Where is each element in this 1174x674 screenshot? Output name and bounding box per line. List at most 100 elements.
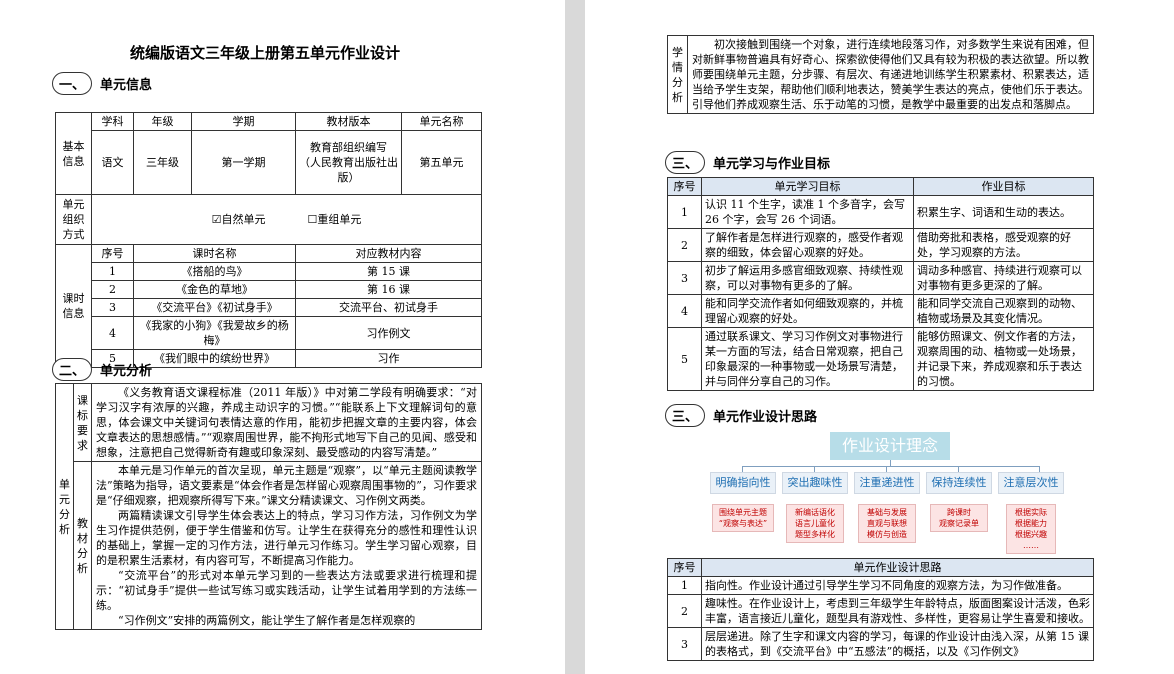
analysis-outer-label: 单元分析 — [55, 383, 74, 630]
goal-work: 调动多种感官、持续进行观察可以对事物有更多更深的了解。 — [913, 261, 1094, 295]
goal-work: 积累生字、词语和生动的表达。 — [913, 195, 1094, 229]
goals-header-no: 序号 — [667, 177, 702, 196]
textbook-paragraph: “习作例文”安排的两篇例文，能让学生了解作者是怎样观察的 — [118, 614, 416, 627]
design-concept-diagram: 作业设计理念 明确指向性 突出趣味性 注重递进性 保持连续性 注意层次性 围绕单… — [710, 432, 1070, 557]
header-grade: 年级 — [133, 112, 192, 131]
unit-info-table: 基本信息 学科 年级 学期 教材版本 单元名称 语文 三年级 第一学期 教育部组… — [55, 112, 482, 368]
table-row: 5 通过联系课文、学习习作例文对事物进行某一方面的写法，结合日常观察，把自己印象最… — [667, 327, 1094, 391]
org-options: ☑自然单元 ☐重组单元 — [91, 194, 482, 245]
basic-info-label: 基本信息 — [55, 112, 92, 195]
lesson-header-name: 课时名称 — [133, 244, 296, 263]
diagram-sub: 新编话语化 语言儿童化 题型多样化 — [786, 504, 844, 543]
goal-no: 5 — [667, 327, 702, 391]
diagram-branch: 突出趣味性 — [782, 472, 848, 494]
table-row: 2 趣味性。在作业设计上，考虑到三年级学生年龄特点，版面图案设计活泼，色彩丰富，语… — [667, 594, 1094, 628]
value-unit-name: 第五单元 — [401, 130, 482, 195]
table-row: 4 《我家的小狗》《我爱故乡的杨梅》 习作例文 — [56, 316, 482, 350]
lesson-name: 《交流平台》《初试身手》 — [133, 298, 296, 317]
document-title: 统编版语文三年级上册第五单元作业设计 — [129, 44, 400, 62]
table-row: 3 《交流平台》《初试身手》 交流平台、初试身手 — [56, 298, 482, 317]
textbook-paragraph: 两篇精读课文引导学生体会表达上的特点，学习习作方法，习作例文为学生习作提供范例，… — [96, 509, 477, 567]
ideas-header-no: 序号 — [667, 558, 702, 577]
idea-no: 1 — [667, 576, 702, 595]
standard-label: 课标要求 — [73, 383, 92, 462]
org-label: 单元组织方式 — [55, 194, 92, 245]
lesson-content: 交流平台、初试身手 — [295, 298, 482, 317]
idea-text: 层层递进。除了生字和课文内容的学习，每课的作业设计由浅入深，从第 15 课的表格… — [701, 627, 1094, 661]
lesson-no: 1 — [91, 262, 134, 281]
lesson-content: 第 16 课 — [295, 280, 482, 299]
table-row: 1 认识 11 个生字，读准 1 个多音字，会写 26 个字，会写 26 个词语。… — [667, 195, 1094, 229]
lesson-no: 2 — [91, 280, 134, 299]
section-number: 一、 — [52, 72, 93, 95]
section-label: 单元学习与作业目标 — [713, 157, 831, 172]
textbook-paragraph: “交流平台”的形式对本单元学习到的一些表达方法或要求进行梳理和提示：“初试身手”… — [96, 569, 477, 612]
diagram-branch: 明确指向性 — [710, 472, 776, 494]
value-term: 第一学期 — [191, 130, 296, 195]
section-number: 三、 — [665, 151, 706, 174]
section-label: 单元信息 — [100, 78, 153, 93]
analysis-table: 单元分析 课标要求 《义务教育语文课程标准（2011 年版）》中对第二学段有明确… — [55, 383, 482, 630]
goals-table: 序号 单元学习目标 作业目标 1 认识 11 个生字，读准 1 个多音字，会写 2… — [667, 177, 1094, 391]
diagram-sub: 基础与发展 直观与联想 模仿与创造 — [858, 504, 916, 543]
goals-header-work: 作业目标 — [913, 177, 1094, 196]
header-edition: 教材版本 — [295, 112, 402, 131]
goals-header-learn: 单元学习目标 — [701, 177, 914, 196]
diagram-sub: 跨课时 观察记录单 — [930, 504, 988, 532]
learner-label: 学情分析 — [667, 35, 688, 114]
lesson-name: 《金色的草地》 — [133, 280, 296, 299]
lesson-name: 《搭船的鸟》 — [133, 262, 296, 281]
diagram-sub: 围绕单元主题 “观察与表达” — [712, 504, 774, 532]
goal-work: 能够仿照课文、例文作者的方法，观察周围的动、植物或一处场景，并记录下来，养成观察… — [913, 327, 1094, 391]
natural-unit-checkbox[interactable]: ☑自然单元 — [212, 213, 266, 226]
section-label: 单元作业设计思路 — [713, 410, 818, 425]
goal-no: 2 — [667, 228, 702, 262]
diagram-branch: 注重递进性 — [854, 472, 920, 494]
diagram-sub: 根据实际 根据能力 根据兴趣 …… — [1006, 504, 1056, 554]
section-unit-analysis: 二、 单元分析 — [52, 358, 152, 381]
lesson-info-label: 课时信息 — [55, 244, 92, 368]
goal-learn: 初步了解运用多感官细致观察、持续性观察，可以对事物有更多的了解。 — [701, 261, 914, 295]
diagram-branch: 保持连续性 — [926, 472, 992, 494]
goal-learn: 能和同学交流作者如何细致观察的，并梳理留心观察的好处。 — [701, 294, 914, 328]
textbook-label: 教材分析 — [73, 461, 92, 630]
textbook-text: 本单元是习作单元的首次呈现，单元主题是“观察”，以“单元主题阅读教学法”策略为指… — [91, 461, 482, 630]
lesson-header-no: 序号 — [91, 244, 134, 263]
idea-text: 趣味性。在作业设计上，考虑到三年级学生年龄特点，版面图案设计活泼，色彩丰富，语言… — [701, 594, 1094, 628]
table-row: 3 层层递进。除了生字和课文内容的学习，每课的作业设计由浅入深，从第 15 课的表… — [667, 627, 1094, 661]
design-ideas-table: 序号 单元作业设计思路 1 指向性。作业设计通过引导学生学习不同角度的观察方法，为… — [667, 558, 1094, 661]
lesson-name: 《我们眼中的缤纷世界》 — [133, 349, 296, 368]
goal-work: 能和同学交流自己观察到的动物、植物或场景及其变化情况。 — [913, 294, 1094, 328]
table-row: 2 《金色的草地》 第 16 课 — [56, 280, 482, 299]
table-row: 1 指向性。作业设计通过引导学生学习不同角度的观察方法，为习作做准备。 — [667, 576, 1094, 595]
value-edition: 教育部组织编写 （人民教育出版社出版） — [295, 130, 402, 195]
learner-analysis-table: 学情分析 初次接触到围绕一个对象，进行连续地段落习作，对多数学生来说有困难，但对… — [667, 35, 1094, 114]
diagram-title: 作业设计理念 — [830, 432, 950, 460]
section-unit-info: 一、 单元信息 — [52, 72, 152, 95]
lesson-no: 4 — [91, 316, 134, 350]
section-number: 二、 — [52, 358, 93, 381]
idea-no: 3 — [667, 627, 702, 661]
section-design-ideas: 三、 单元作业设计思路 — [665, 404, 817, 427]
idea-no: 2 — [667, 594, 702, 628]
header-term: 学期 — [191, 112, 296, 131]
standard-text: 《义务教育语文课程标准（2011 年版）》中对第二学段有明确要求：“对学习汉字有… — [91, 383, 482, 462]
regroup-unit-checkbox[interactable]: ☐重组单元 — [307, 213, 361, 226]
textbook-paragraph: 本单元是习作单元的首次呈现，单元主题是“观察”，以“单元主题阅读教学法”策略为指… — [96, 464, 477, 507]
table-row: 2 了解作者是怎样进行观察的，感受作者观察的细致，体会留心观察的好处。 借助旁批和表… — [667, 228, 1094, 262]
section-number: 三、 — [665, 404, 706, 427]
table-row: 3 初步了解运用多感官细致观察、持续性观察，可以对事物有更多的了解。 调动多种感官、… — [667, 261, 1094, 295]
lesson-name: 《我家的小狗》《我爱故乡的杨梅》 — [133, 316, 296, 350]
goal-learn: 了解作者是怎样进行观察的，感受作者观察的细致，体会留心观察的好处。 — [701, 228, 914, 262]
learner-text: 初次接触到围绕一个对象，进行连续地段落习作，对多数学生来说有困难，但对新鲜事物普… — [687, 35, 1094, 114]
left-page: 统编版语文三年级上册第五单元作业设计 一、 单元信息 基本信息 学科 年级 学期… — [0, 0, 565, 674]
header-unit-name: 单元名称 — [401, 112, 482, 131]
header-subject: 学科 — [91, 112, 134, 131]
diagram-branch: 注意层次性 — [998, 472, 1064, 494]
section-goals: 三、 单元学习与作业目标 — [665, 151, 830, 174]
value-subject: 语文 — [91, 130, 134, 195]
lesson-no: 3 — [91, 298, 134, 317]
ideas-header-text: 单元作业设计思路 — [701, 558, 1094, 577]
goal-learn: 通过联系课文、学习习作例文对事物进行某一方面的写法，结合日常观察，把自己印象最深… — [701, 327, 914, 391]
table-row: 4 能和同学交流作者如何细致观察的，并梳理留心观察的好处。 能和同学交流自己观察到的… — [667, 294, 1094, 328]
